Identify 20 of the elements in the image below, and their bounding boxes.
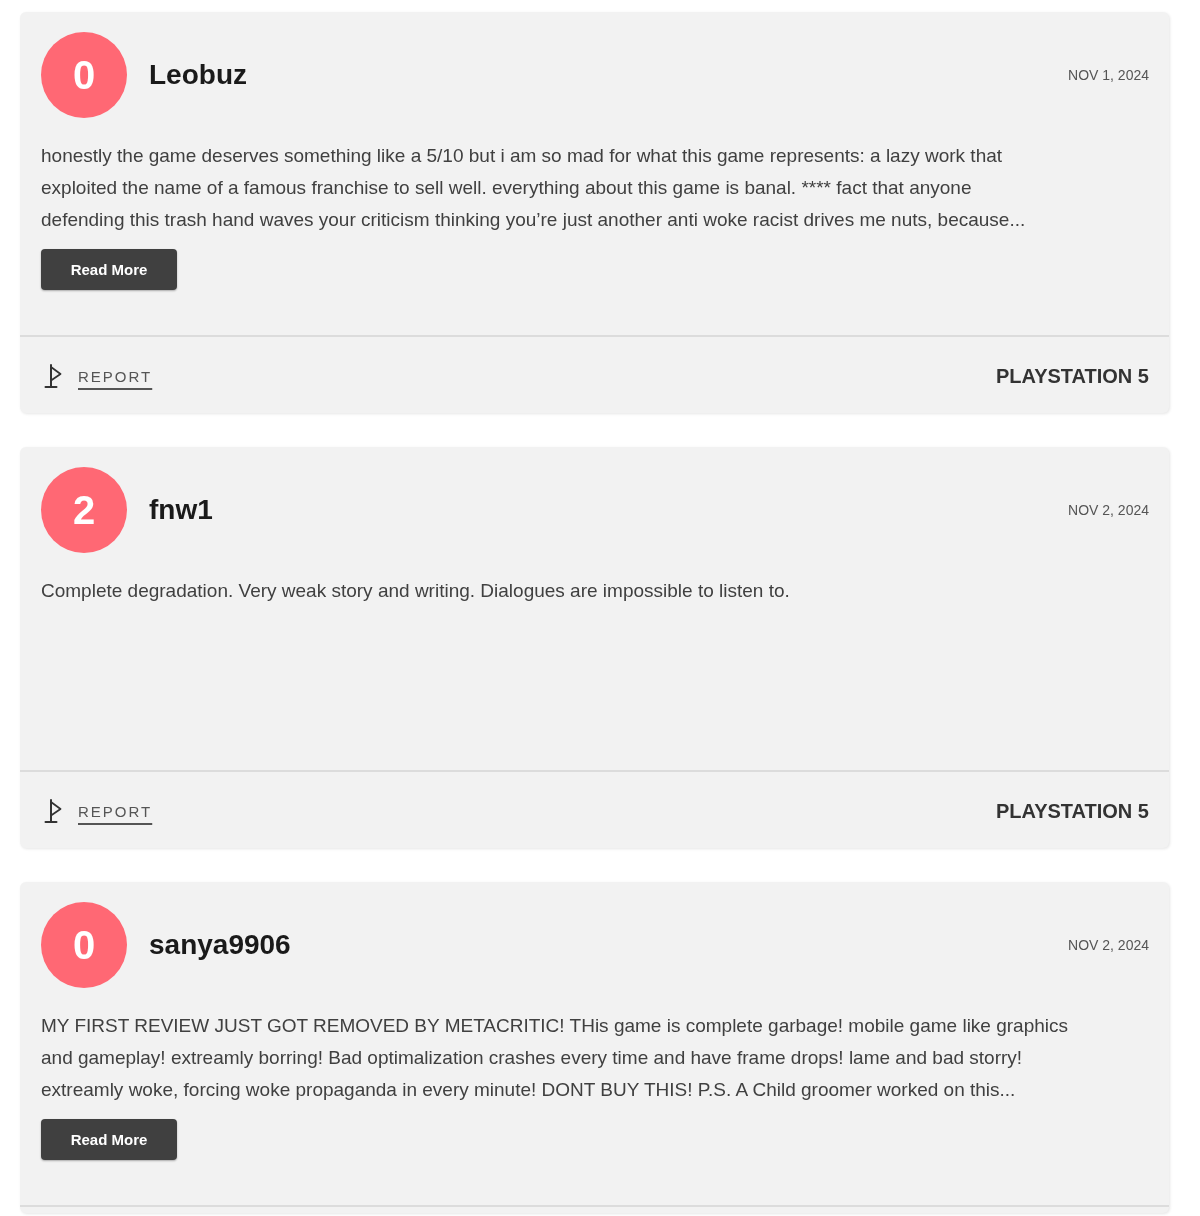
score-badge: 0 — [41, 902, 127, 988]
review-date: NOV 2, 2024 — [1068, 502, 1149, 518]
username: Leobuz — [149, 59, 247, 91]
username: fnw1 — [149, 494, 213, 526]
review-date: NOV 2, 2024 — [1068, 937, 1149, 953]
read-more-button[interactable]: Read More — [41, 1119, 177, 1160]
review-date: NOV 1, 2024 — [1068, 67, 1149, 83]
flag-icon — [44, 363, 62, 389]
platform-label: PLAYSTATION 5 — [996, 364, 1149, 388]
review-text: honestly the game deserves something like a 5/10 but i am so mad for what this game represents: a lazy work that exploited the name of a famous franchise to sell well. everything about this game is banal. **** fact that anyone defending this trash hand waves your criticism thinking you’re just another anti woke racist drives me nuts, because... — [41, 144, 1027, 232]
platform-label: PLAYSTATION 5 — [996, 799, 1149, 823]
score-badge: 2 — [41, 467, 127, 553]
username: sanya9906 — [149, 929, 291, 961]
review-text: MY FIRST REVIEW JUST GOT REMOVED BY METACRITIC! THis game is complete garbage! mobile game like graphics and gameplay! extreamly borring! Bad optimalization crashes every time and have frame drops! lame and bad storry! extreamly woke, forcing woke propaganda in every minute! DONT BUY THIS! P.S. A Child groomer worked on this... — [41, 1014, 1069, 1102]
review-text: Complete degradation. Very weak story and writing. Dialogues are impossible to listen to. — [41, 579, 791, 603]
score-badge: 0 — [41, 32, 127, 118]
read-more-button[interactable]: Read More — [41, 249, 177, 290]
report-link[interactable]: REPORT — [44, 798, 153, 824]
report-link[interactable]: REPORT — [44, 363, 153, 389]
flag-icon — [44, 798, 62, 824]
